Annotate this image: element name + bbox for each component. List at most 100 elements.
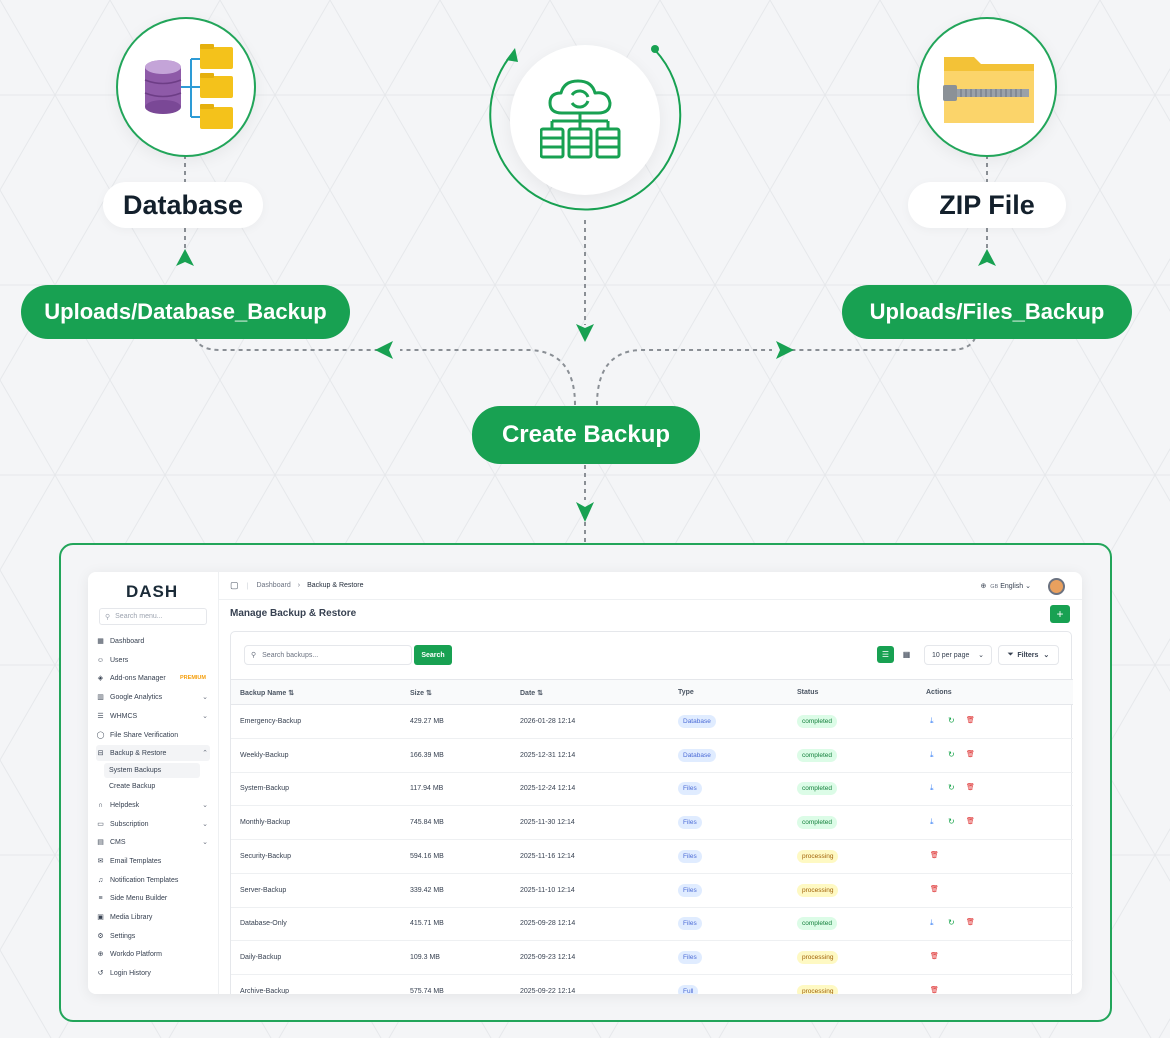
sidebar-item-helpdesk[interactable]: ∩ Helpdesk ⌄ xyxy=(96,797,210,813)
restore-icon[interactable]: ↻ xyxy=(948,783,955,792)
backup-date: 2025-12-31 12:14 xyxy=(520,751,576,759)
download-icon[interactable]: ⤓ xyxy=(930,817,934,827)
chart-icon: ▥ xyxy=(97,694,104,701)
files-backup-path: Uploads/Files_Backup xyxy=(842,285,1132,339)
main-content: ▢ | Dashboard › Backup & Restore ⊕ GB En… xyxy=(218,572,1082,994)
restore-icon[interactable]: ↻ xyxy=(948,817,955,826)
headset-icon: ∩ xyxy=(97,801,104,809)
sidebar-item-label: Media Library xyxy=(110,913,153,921)
filters-button[interactable]: ⏷ Filters ⌄ xyxy=(998,645,1059,665)
sidebar-item-notification-templates[interactable]: ♫ Notification Templates xyxy=(96,872,210,888)
download-icon[interactable]: ⤓ xyxy=(930,750,934,760)
database-folders-icon xyxy=(144,44,233,129)
per-page-value: 10 per page xyxy=(932,651,970,659)
breadcrumb-home[interactable]: Dashboard xyxy=(256,582,290,589)
backup-name: System-Backup xyxy=(240,785,290,793)
chevron-down-icon: ⌄ xyxy=(1043,652,1050,659)
column-header-size[interactable]: Size ⇅ xyxy=(410,689,432,697)
database-node xyxy=(116,17,256,157)
database-label: Database xyxy=(103,182,263,228)
search-button[interactable]: Search xyxy=(414,645,452,665)
shield-icon: ◯ xyxy=(96,732,105,739)
menu-icon: ≡ xyxy=(98,894,103,902)
restore-icon[interactable]: ↻ xyxy=(948,716,955,725)
trash-icon[interactable]: 🗑 xyxy=(966,918,975,926)
backup-name: Archive-Backup xyxy=(240,987,290,994)
search-icon: ⚲ xyxy=(105,613,111,621)
trash-icon[interactable]: 🗑 xyxy=(930,986,939,994)
sidebar-toggle-icon[interactable]: ▢ xyxy=(230,580,239,591)
sidebar-item-addons[interactable]: ◈ Add-ons Manager PREMIUM xyxy=(96,670,210,686)
column-header-name[interactable]: Backup Name ⇅ xyxy=(240,689,294,697)
table-row: Security-Backup 594.16 MB 2025-11-16 12:14… xyxy=(231,840,1073,874)
language-selector[interactable]: ⊕ GB English ⌄ xyxy=(980,582,1031,590)
sidebar-item-file-share[interactable]: ◯ File Share Verification xyxy=(96,727,210,743)
sidebar-item-email-templates[interactable]: ✉ Email Templates xyxy=(96,853,210,869)
restore-icon[interactable]: ↻ xyxy=(948,750,955,759)
search-icon: ⚲ xyxy=(251,652,257,659)
backup-date: 2025-09-22 12:14 xyxy=(520,987,576,994)
box-icon: ◈ xyxy=(97,675,104,682)
trash-icon[interactable]: 🗑 xyxy=(966,817,975,825)
create-backup-node: Create Backup xyxy=(472,406,700,464)
backup-search-input[interactable]: ⚲ Search backups... xyxy=(244,645,412,665)
backup-name: Monthly-Backup xyxy=(240,819,291,827)
table-row: Server-Backup 339.42 MB 2025-11-10 12:14 Fi… xyxy=(231,874,1073,908)
trash-icon[interactable]: 🗑 xyxy=(930,952,939,960)
list-view-button[interactable]: ☰ xyxy=(877,646,894,663)
grid-view-button[interactable]: ▦ xyxy=(898,646,915,663)
sidebar-item-login-history[interactable]: ↺ Login History xyxy=(96,965,210,981)
add-backup-button[interactable]: + xyxy=(1050,605,1070,623)
per-page-select[interactable]: 10 per page ⌄ xyxy=(924,645,992,665)
sidebar-subitem-create-backup[interactable]: Create Backup xyxy=(104,779,200,794)
table-row: Emergency-Backup 429.27 MB 2026-01-28 12:1… xyxy=(231,705,1073,739)
grid-icon: ▦ xyxy=(97,638,104,645)
backup-name: Daily-Backup xyxy=(240,953,282,961)
card-icon: ▭ xyxy=(97,821,104,828)
chevron-down-icon: ⌄ xyxy=(202,839,208,846)
download-icon[interactable]: ⤓ xyxy=(930,716,934,726)
status-badge: processing xyxy=(797,950,839,964)
trash-icon[interactable]: 🗑 xyxy=(966,716,975,724)
trash-icon[interactable]: 🗑 xyxy=(966,783,975,791)
trash-icon[interactable]: 🗑 xyxy=(930,885,939,893)
type-badge: Files xyxy=(678,816,702,830)
sidebar-item-subscription[interactable]: ▭ Subscription ⌄ xyxy=(96,816,210,832)
sidebar-item-dashboard[interactable]: ▦ Dashboard xyxy=(96,633,210,649)
sidebar-item-whmcs[interactable]: ☰ WHMCS ⌄ xyxy=(96,708,210,724)
column-header-type: Type xyxy=(678,689,694,696)
sidebar-item-side-menu-builder[interactable]: ≡ Side Menu Builder xyxy=(96,890,210,906)
topbar: ▢ | Dashboard › Backup & Restore ⊕ GB En… xyxy=(219,572,1082,600)
column-header-date[interactable]: Date ⇅ xyxy=(520,689,543,697)
sidebar-subitem-system-backups[interactable]: System Backups xyxy=(104,763,200,778)
chevron-up-icon: ⌃ xyxy=(202,750,208,757)
sidebar-item-settings[interactable]: ⚙ Settings xyxy=(96,928,210,944)
download-icon[interactable]: ⤓ xyxy=(930,918,934,928)
sidebar-item-cms[interactable]: ▤ CMS ⌄ xyxy=(96,834,210,850)
zip-folder-icon xyxy=(943,57,1034,123)
chevron-down-icon: ⌄ xyxy=(1025,582,1031,590)
sidebar-search-input[interactable]: ⚲ Search menu... xyxy=(99,608,207,625)
avatar[interactable] xyxy=(1048,578,1065,595)
backup-size: 339.42 MB xyxy=(410,886,444,894)
download-icon[interactable]: ⤓ xyxy=(930,783,934,793)
table-row: Daily-Backup 109.3 MB 2025-09-23 12:14 File… xyxy=(231,941,1073,975)
sidebar-item-label: Side Menu Builder xyxy=(110,894,168,902)
sidebar-item-google-analytics[interactable]: ▥ Google Analytics ⌄ xyxy=(96,689,210,705)
column-header-status: Status xyxy=(797,689,819,696)
backup-app-window: DASH ⚲ Search menu... ▦ Dashboard ☺ Users … xyxy=(88,572,1082,994)
status-badge: completed xyxy=(797,748,837,762)
sidebar-item-workdo-platform[interactable]: ⊕ Workdo Platform xyxy=(96,946,210,962)
sidebar-item-media-library[interactable]: ▣ Media Library xyxy=(96,909,210,925)
trash-icon[interactable]: 🗑 xyxy=(930,851,939,859)
trash-icon[interactable]: 🗑 xyxy=(966,750,975,758)
backup-date: 2025-11-30 12:14 xyxy=(520,819,575,827)
sidebar-item-users[interactable]: ☺ Users xyxy=(96,652,210,668)
language-label: English xyxy=(1000,582,1024,590)
restore-icon[interactable]: ↻ xyxy=(948,918,955,927)
backup-date: 2025-09-23 12:14 xyxy=(520,953,576,961)
sidebar-item-label: Subscription xyxy=(110,820,149,828)
sidebar-item-backup-restore[interactable]: ⊟ Backup & Restore ⌃ xyxy=(96,745,210,761)
chevron-down-icon: ⌄ xyxy=(202,694,208,701)
sidebar-search-placeholder: Search menu... xyxy=(115,613,163,620)
